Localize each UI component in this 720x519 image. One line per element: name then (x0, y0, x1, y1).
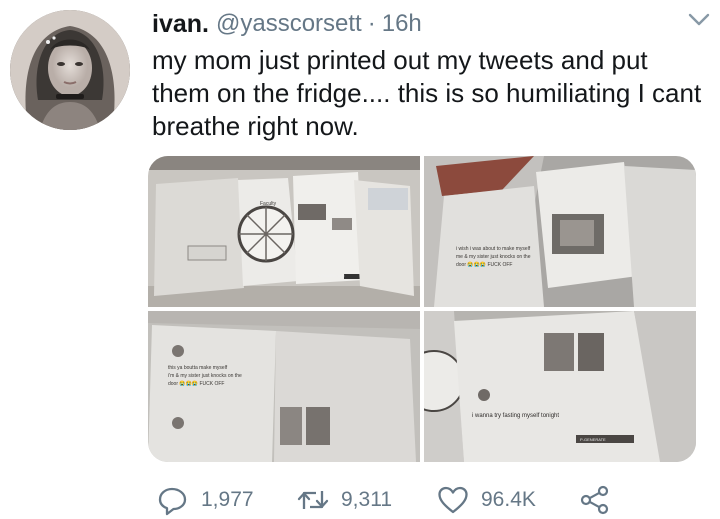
avatar-image (10, 10, 130, 130)
photo-stamp: P-GENERATION (318, 274, 345, 278)
reply-button[interactable]: 1,977 (156, 482, 254, 518)
tweet-header: ivan. @yasscorsett · 16h (152, 6, 700, 42)
avatar[interactable] (10, 10, 130, 130)
retweet-count: 9,311 (341, 488, 392, 511)
tweet-actions: 1,977 9,311 96.4K (150, 482, 630, 518)
separator-dot: · (367, 10, 376, 37)
photo-caption: i wanna try fasting myself tonight (472, 413, 559, 419)
reply-bubble-icon (158, 487, 187, 516)
media-grid: Faculty P-GENERATION i wish i was about … (148, 156, 696, 462)
photo-fridge-2[interactable]: i wish i was about to make myself me & m… (424, 156, 696, 307)
photo-fridge-4[interactable]: i wanna try fasting myself tonight P-GEN… (424, 311, 696, 462)
retweet-arrows-icon (297, 491, 329, 509)
author-name[interactable]: ivan. (152, 10, 209, 39)
tweet-text: my mom just printed out my tweets and pu… (152, 45, 702, 141)
retweet-button[interactable]: 9,311 (296, 482, 392, 518)
like-count: 96.4K (481, 488, 536, 511)
share-nodes-icon (580, 485, 609, 515)
photo-line-2: i'm & my sister just knocks on the (168, 373, 242, 379)
share-button[interactable] (578, 482, 612, 518)
heart-icon (438, 486, 468, 514)
chevron-down-icon[interactable] (686, 6, 712, 32)
photo-line-3: door 😭😭😭 FUCK OFF (168, 380, 224, 387)
photo-line-2: me & my sister just knocks on the (456, 254, 531, 260)
photo-stamp: P-GENERATE (580, 437, 606, 442)
photo-fridge-1[interactable]: Faculty P-GENERATION (148, 156, 420, 307)
author-handle[interactable]: @yasscorsett (216, 10, 362, 38)
photo-caption: Faculty (260, 201, 277, 207)
photo-line-1: this ya boutta make myself (168, 365, 228, 371)
photo-line-3: door 😭😭😭 FUCK OFF (456, 261, 512, 268)
like-button[interactable]: 96.4K (436, 482, 536, 518)
photo-line-1: i wish i was about to make myself (456, 246, 531, 252)
reply-count: 1,977 (201, 488, 254, 511)
photo-fridge-3[interactable]: this ya boutta make myself i'm & my sist… (148, 311, 420, 462)
timestamp[interactable]: 16h (382, 10, 422, 38)
